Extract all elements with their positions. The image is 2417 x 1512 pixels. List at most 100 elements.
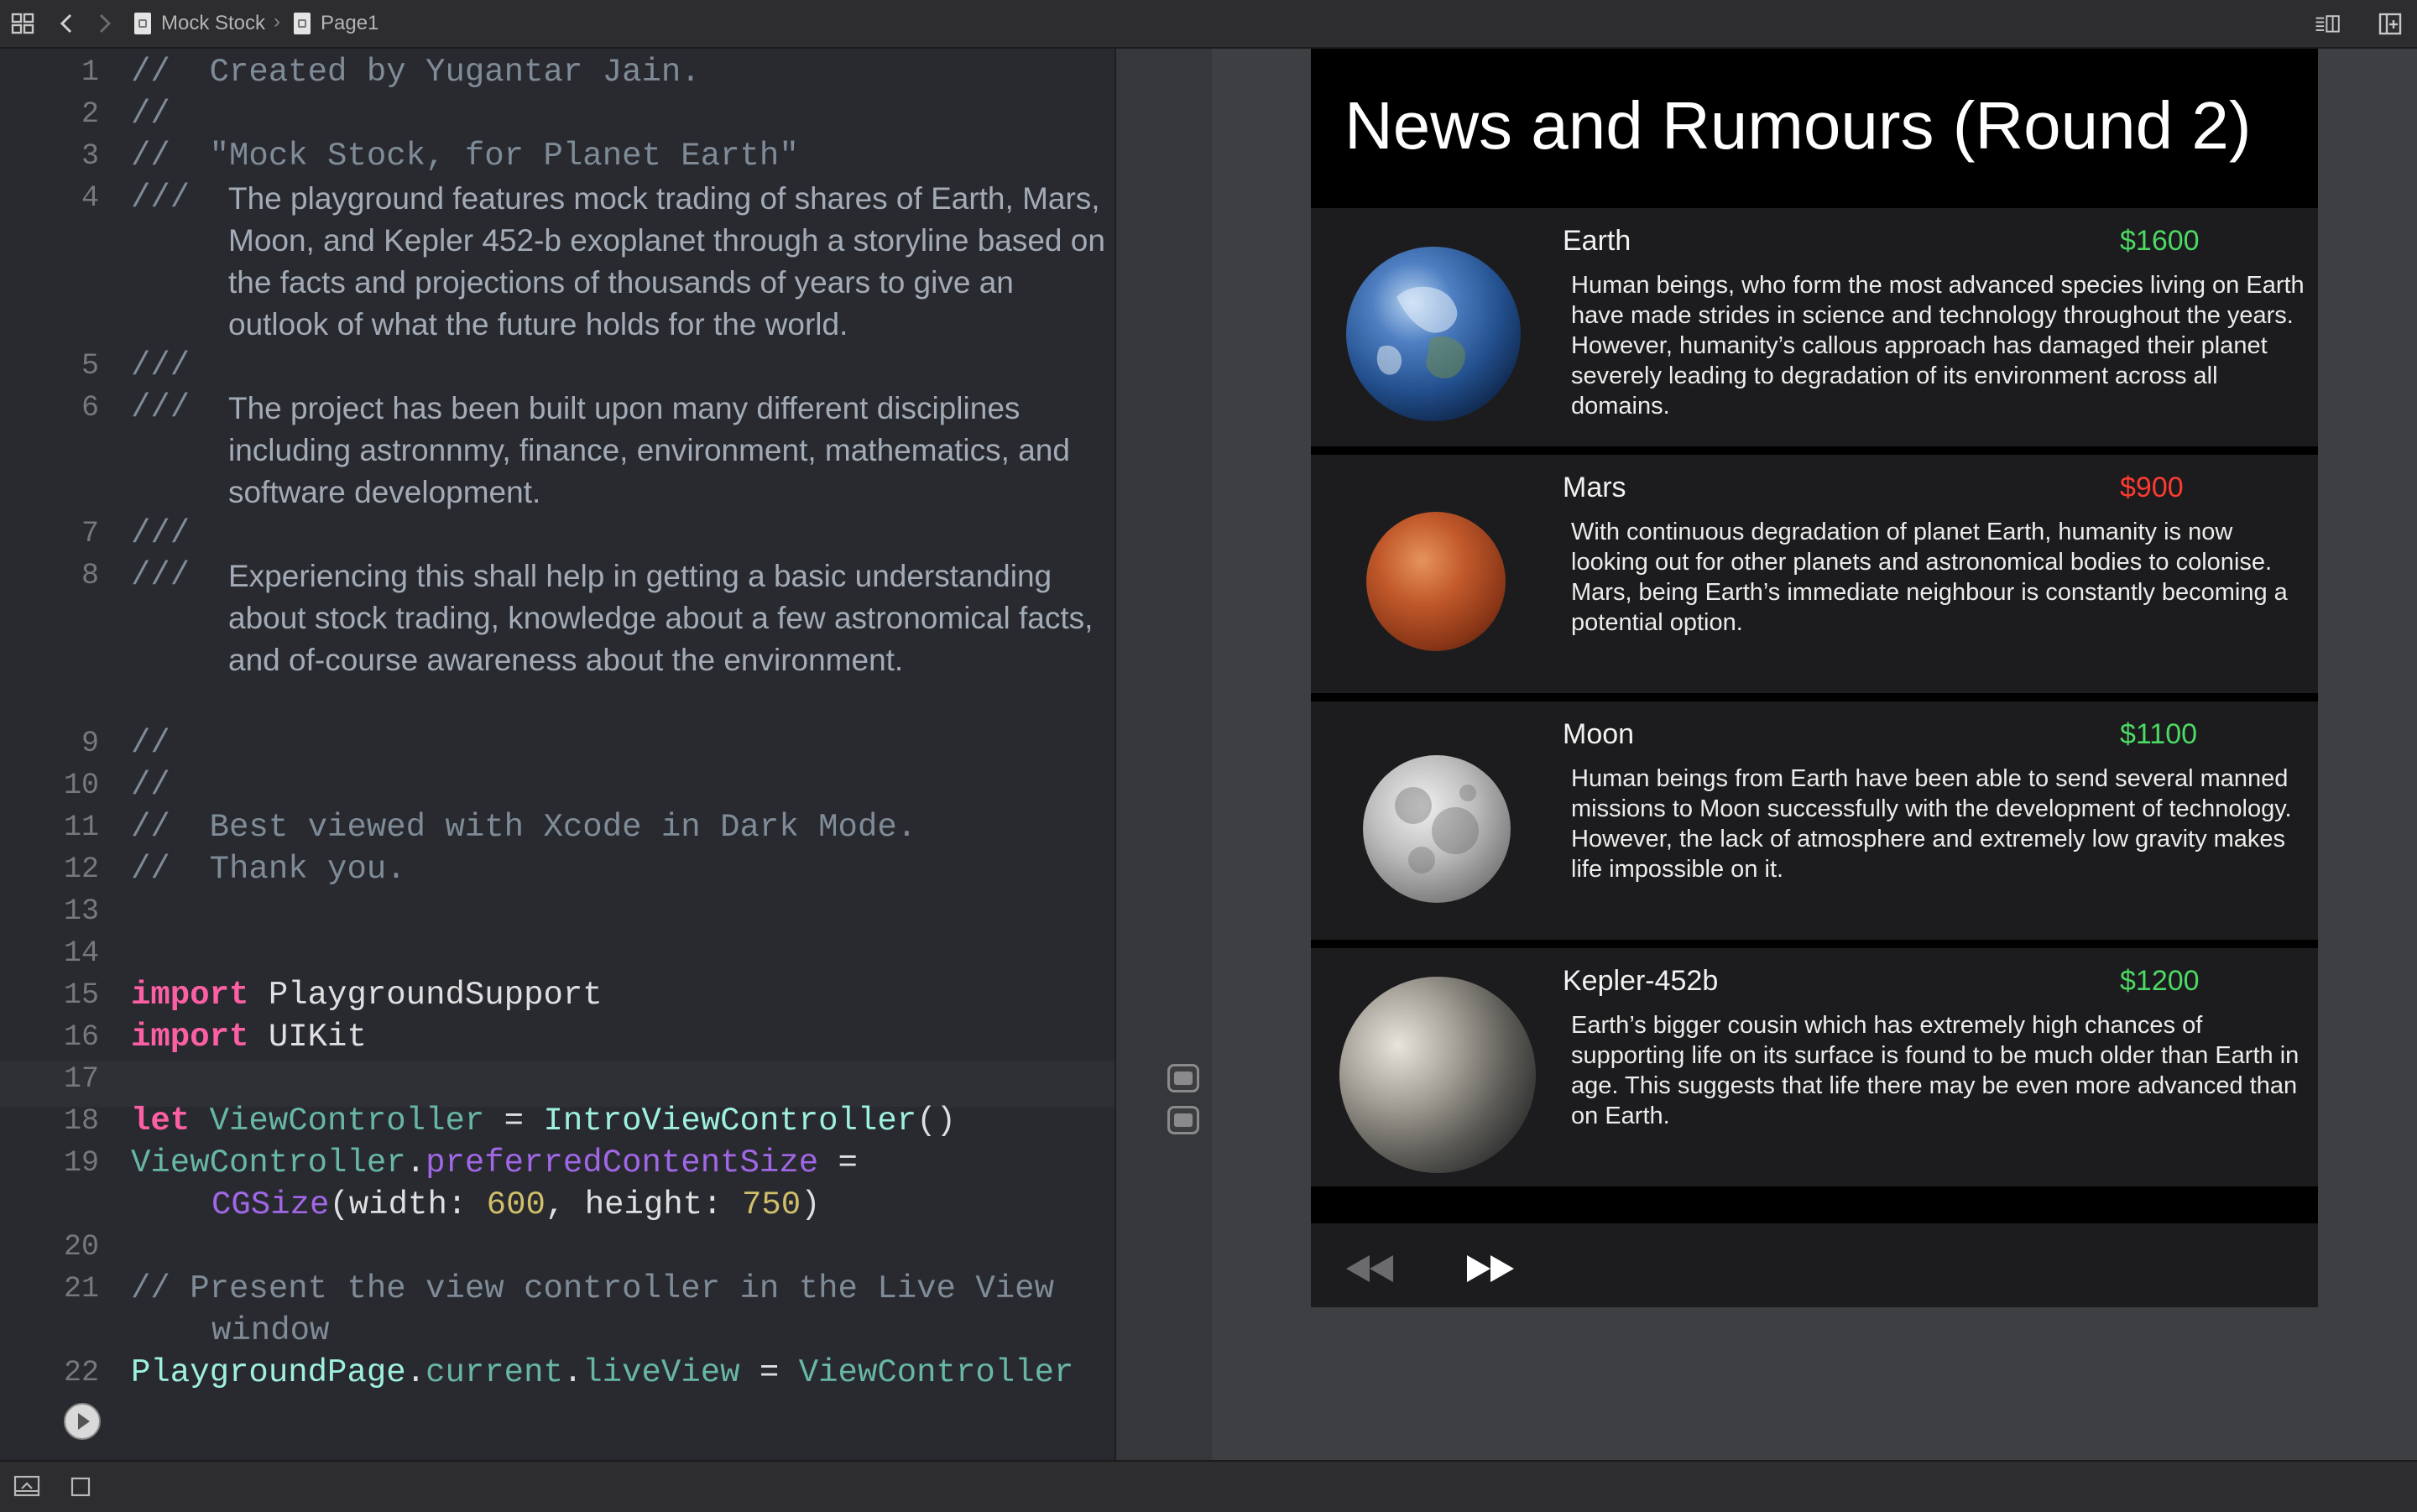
stock-name: Mars: [1563, 472, 1626, 503]
line-number: 20: [63, 1230, 99, 1264]
code-comment: //: [131, 96, 170, 133]
code-line-liveview: PlaygroundPage.current.liveView = ViewCo…: [131, 1353, 1073, 1393]
code-comment-wrap: window: [211, 1312, 330, 1349]
operator: =: [739, 1354, 799, 1391]
line-number: 9: [81, 727, 99, 760]
line-number: 19: [63, 1146, 99, 1180]
type-name: PlaygroundPage: [131, 1354, 406, 1391]
bottom-bar: [0, 1460, 2417, 1512]
stock-price: $900: [2120, 472, 2184, 503]
grid-icon[interactable]: [10, 10, 37, 37]
code-editor[interactable]: 1 2 3 4 5 6 7 8 9 10 11 12 13 14 15 16 1…: [0, 49, 1115, 1460]
breadcrumb-label: Mock Stock: [161, 12, 266, 34]
top-toolbar: Mock Stock › Page1: [0, 0, 2417, 49]
earth-image: [1346, 247, 1521, 421]
punctuation: .: [405, 1354, 426, 1391]
moon-image: [1363, 755, 1511, 903]
stock-price: $1600: [2120, 225, 2200, 257]
variable-name: ViewController: [798, 1354, 1074, 1391]
property-name: preferredContentSize: [425, 1144, 819, 1181]
punctuation: (): [916, 1103, 956, 1139]
punctuation: .: [562, 1354, 583, 1391]
stock-name: Moon: [1563, 718, 1635, 750]
punctuation: , height:: [545, 1186, 742, 1223]
stock-description: Earth’s bigger cousin which has extremel…: [1571, 1012, 2300, 1129]
line-number: 17: [63, 1062, 99, 1096]
code-comment: // "Mock Stock, for Planet Earth": [131, 138, 799, 175]
doc-comment-text: The playground features mock trading of …: [228, 181, 1105, 342]
line-number: 12: [63, 852, 99, 886]
doc-comment-marker: ///: [131, 389, 191, 426]
property-name: current: [425, 1354, 563, 1391]
stock-price: $1100: [2120, 718, 2198, 750]
forward-icon[interactable]: [91, 10, 117, 37]
line-number: 7: [81, 517, 99, 550]
line-number: 2: [81, 97, 99, 131]
line-number: 1: [81, 55, 99, 89]
type-name: CGSize: [211, 1186, 330, 1223]
module-name: PlaygroundSupport: [248, 977, 603, 1014]
mars-image: [1366, 512, 1506, 651]
line-number: 3: [81, 139, 99, 173]
run-playground-button[interactable]: [64, 1403, 101, 1440]
code-comment: // Created by Yugantar Jain.: [131, 54, 701, 91]
breadcrumb-item-page[interactable]: Page1: [294, 10, 378, 37]
page-title: News and Rumours (Round 2): [1344, 88, 2252, 163]
code-comment: // Thank you.: [131, 851, 406, 888]
keyword: import: [131, 977, 249, 1014]
line-number: 21: [63, 1272, 99, 1306]
quick-look-button[interactable]: [1167, 1106, 1199, 1134]
punctuation: .: [405, 1144, 426, 1181]
stock-description: Human beings from Earth have been able t…: [1571, 765, 2292, 883]
line-number: 18: [63, 1104, 99, 1138]
doc-comment-marker: ///: [131, 347, 191, 384]
variable-name: ViewController: [209, 1103, 485, 1139]
line-number: 13: [63, 894, 99, 928]
code-line-let: let ViewController = IntroViewController…: [131, 1101, 956, 1141]
stock-card-earth[interactable]: Earth $1600 Human beings, who form the m…: [1311, 208, 2318, 446]
operator: =: [484, 1103, 544, 1139]
line-number: 22: [63, 1356, 99, 1389]
code-line-import-playground: import PlaygroundSupport: [131, 975, 603, 1015]
results-sidebar: [1115, 49, 1214, 1460]
stock-name: Kepler-452b: [1563, 965, 1719, 997]
keyword: import: [131, 1019, 249, 1056]
editor-options-icon[interactable]: [2315, 10, 2341, 37]
line-number: 5: [81, 349, 99, 383]
current-line-highlight: [0, 1061, 1115, 1107]
playground-file-icon: [134, 13, 151, 34]
stock-description: With continuous degradation of planet Ea…: [1571, 519, 2288, 636]
type-name: IntroViewController: [543, 1103, 917, 1139]
code-comment: //: [131, 725, 170, 762]
rewind-icon[interactable]: [1343, 1252, 1396, 1285]
code-comment: // Best viewed with Xcode in Dark Mode.: [131, 809, 917, 846]
line-number: 15: [63, 978, 99, 1012]
back-icon[interactable]: [54, 10, 81, 37]
punctuation: ): [801, 1186, 821, 1223]
code-comment: // Present the view controller in the Li…: [131, 1270, 1054, 1307]
property-name: liveView: [582, 1354, 740, 1391]
add-editor-icon[interactable]: [2377, 10, 2404, 37]
quick-look-button[interactable]: [1167, 1064, 1199, 1092]
code-line-cgsize: CGSize(width: 600, height: 750): [211, 1185, 821, 1225]
stock-card-mars[interactable]: Mars $900 With continuous degradation of…: [1311, 455, 2318, 693]
stock-card-kepler[interactable]: Kepler-452b $1200 Earth’s bigger cousin …: [1311, 948, 2318, 1186]
line-number: 10: [63, 769, 99, 802]
stop-icon[interactable]: [70, 1477, 91, 1497]
doc-comment-marker: ///: [131, 515, 191, 552]
live-view-canvas: News and Rumours (Round 2) Earth $1600 H…: [1311, 49, 2318, 1307]
earth-clouds-icon: [1376, 286, 1465, 378]
line-number: 6: [81, 391, 99, 425]
fast-forward-icon[interactable]: [1464, 1252, 1517, 1285]
doc-comment-marker: ///: [131, 557, 191, 594]
hide-debug-area-icon[interactable]: [13, 1475, 40, 1499]
number-literal: 600: [486, 1186, 546, 1223]
code-line-content-size: ViewController.preferredContentSize =: [131, 1143, 858, 1183]
stock-name: Earth: [1563, 225, 1631, 257]
line-number: 4: [81, 181, 99, 215]
module-name: UIKit: [248, 1019, 367, 1056]
moon-craters-icon: [1395, 785, 1479, 873]
navigation-controls: [1311, 1223, 2318, 1307]
stock-card-moon[interactable]: Moon $1100 Human beings from Earth have …: [1311, 701, 2318, 940]
breadcrumb-item-project[interactable]: Mock Stock: [134, 10, 265, 37]
